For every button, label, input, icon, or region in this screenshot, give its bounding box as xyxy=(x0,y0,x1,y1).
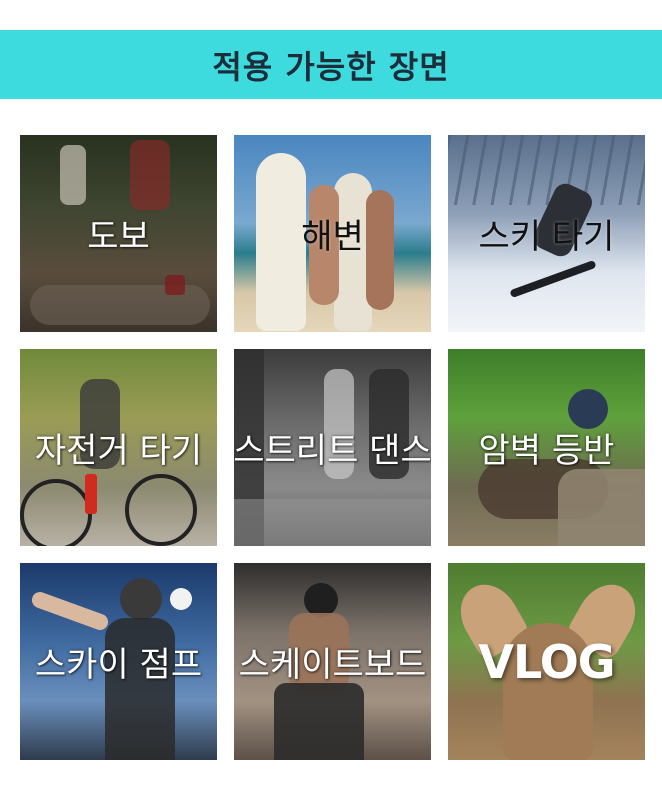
scene-grid: 도보 해변 스키 타기 자전거 타기 스트리트 댄스 암벽 등반 스카이 점프 … xyxy=(20,135,645,760)
scene-tile-cycling[interactable]: 자전거 타기 xyxy=(20,349,217,546)
scene-label: 암벽 등반 xyxy=(478,431,615,471)
scene-tile-skateboard[interactable]: 스케이트보드 xyxy=(234,563,431,760)
scene-label: 스케이트보드 xyxy=(238,645,427,685)
scene-label: 해변 xyxy=(301,217,364,257)
page-title: 적용 가능한 장면 xyxy=(212,47,450,86)
scene-tile-vlog[interactable]: VLOG xyxy=(448,563,645,760)
scene-label: 스트리트 댄스 xyxy=(234,431,431,471)
scene-label: 스키 타기 xyxy=(478,217,615,257)
scene-label: 스카이 점프 xyxy=(34,645,203,685)
scene-tile-sky-jump[interactable]: 스카이 점프 xyxy=(20,563,217,760)
header-banner: 적용 가능한 장면 xyxy=(0,30,662,99)
scene-tile-street-dance[interactable]: 스트리트 댄스 xyxy=(234,349,431,546)
scene-label: 도보 xyxy=(87,217,150,257)
scene-label: 자전거 타기 xyxy=(34,431,203,471)
scene-tile-walking[interactable]: 도보 xyxy=(20,135,217,332)
scene-tile-rock-climbing[interactable]: 암벽 등반 xyxy=(448,349,645,546)
scene-label: VLOG xyxy=(478,634,615,689)
scene-tile-beach[interactable]: 해변 xyxy=(234,135,431,332)
page: 적용 가능한 장면 도보 해변 스키 타기 자전거 타기 스트리트 댄스 암벽 … xyxy=(0,0,662,800)
scene-tile-skiing[interactable]: 스키 타기 xyxy=(448,135,645,332)
